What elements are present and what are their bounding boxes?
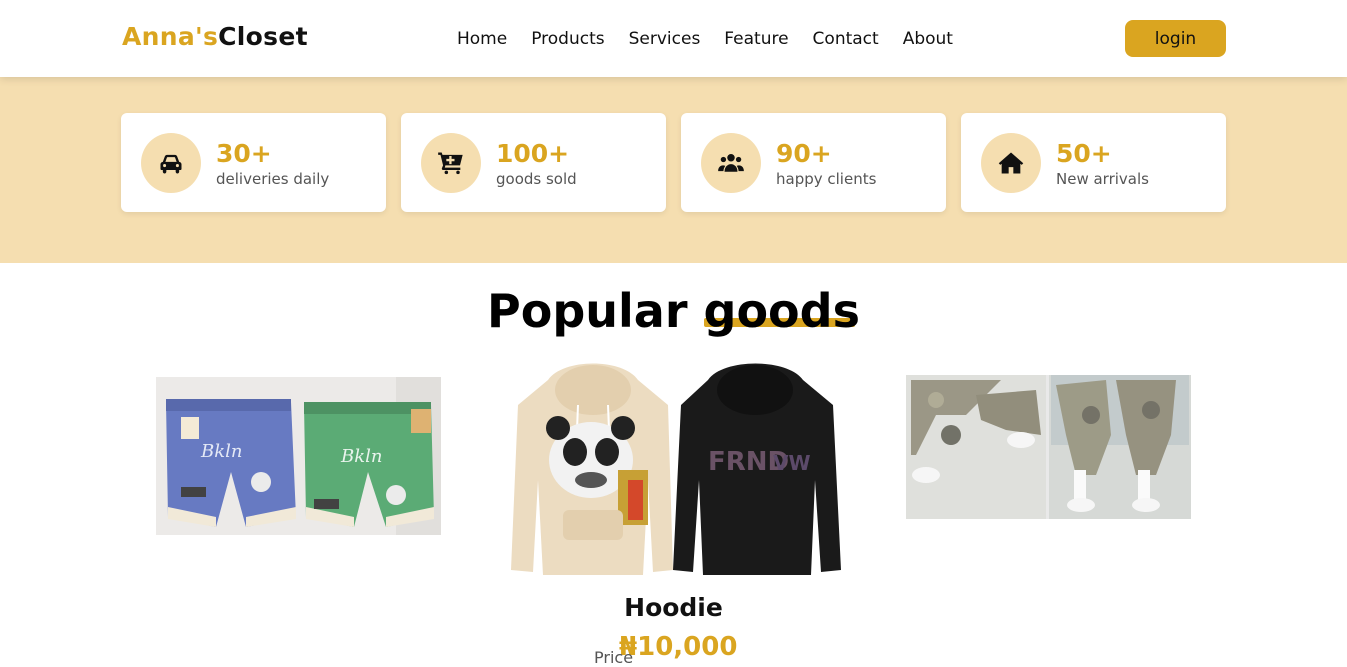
stat-label: happy clients <box>776 170 877 188</box>
product-name: Hoodie <box>624 593 723 622</box>
stat-number: 90+ <box>776 139 832 168</box>
stat-card-new-arrivals: 50+ New arrivals <box>961 113 1226 212</box>
brand-logo-part2: Closet <box>218 22 308 51</box>
nav-feature-link[interactable]: Feature <box>724 29 788 49</box>
stat-card-happy-clients: 90+ happy clients <box>681 113 946 212</box>
nav-services-link[interactable]: Services <box>629 29 701 49</box>
cart-plus-icon <box>421 133 481 193</box>
price-label: Price <box>594 648 634 667</box>
main-nav: Home Products Services Feature Contact A… <box>457 29 977 49</box>
stat-label: goods sold <box>496 170 577 188</box>
section-title-text: Popular goods <box>487 284 860 338</box>
site-header: Anna'sCloset Home Products Services Feat… <box>0 0 1347 77</box>
home-icon <box>981 133 1041 193</box>
nav-products-link[interactable]: Products <box>531 29 604 49</box>
nav-about-link[interactable]: About <box>903 29 953 49</box>
stat-number: 50+ <box>1056 139 1112 168</box>
price-row: Price₦10,000 <box>594 632 738 667</box>
nav-home-link[interactable]: Home <box>457 29 507 49</box>
camo-pants-image[interactable] <box>906 375 1191 519</box>
svg-text:Bkln: Bkln <box>340 446 382 467</box>
shorts-image[interactable]: Bkln Bkln <box>156 377 441 535</box>
svg-text:VW: VW <box>773 451 811 475</box>
hoodie-image[interactable]: FRND VW <box>503 360 846 582</box>
stat-card-goods-sold: 100+ goods sold <box>401 113 666 212</box>
stat-number: 30+ <box>216 139 272 168</box>
login-button[interactable]: login <box>1125 20 1226 57</box>
brand-logo-part1: Anna's <box>122 22 219 51</box>
car-icon <box>141 133 201 193</box>
svg-text:Bkln: Bkln <box>200 441 242 462</box>
users-icon <box>701 133 761 193</box>
brand-logo[interactable]: Anna'sCloset <box>122 22 308 51</box>
stat-label: New arrivals <box>1056 170 1149 188</box>
stat-label: deliveries daily <box>216 170 330 188</box>
section-title: Popular goods <box>0 284 1347 338</box>
nav-contact-link[interactable]: Contact <box>813 29 879 49</box>
price-value: ₦10,000 <box>619 632 738 662</box>
stat-card-deliveries: 30+ deliveries daily <box>121 113 386 212</box>
stat-number: 100+ <box>496 139 570 168</box>
